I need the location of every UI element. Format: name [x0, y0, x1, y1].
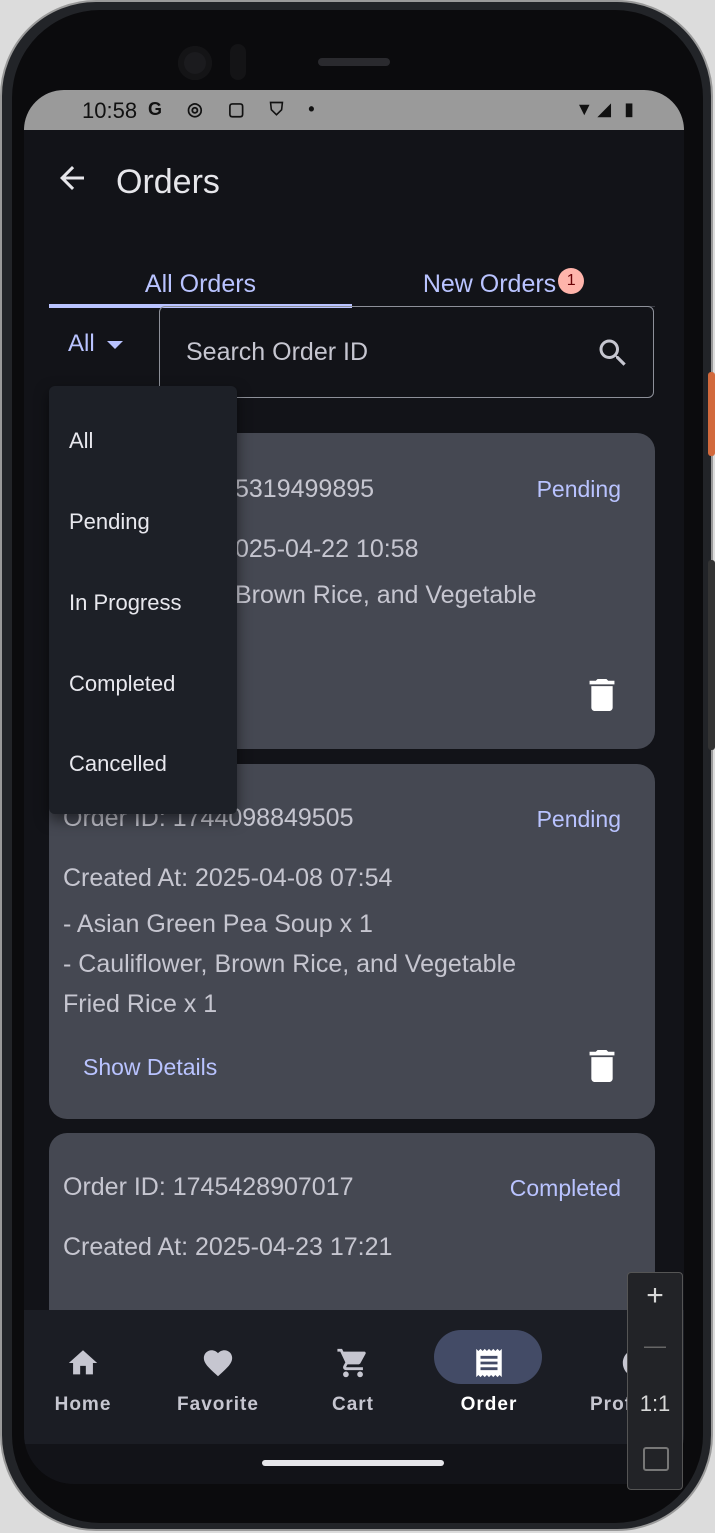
order-items: Brown Rice, and Vegetable — [235, 575, 537, 615]
filter-value: All — [68, 330, 95, 357]
show-details-button[interactable]: Show Details — [83, 1054, 217, 1081]
nav-favorite[interactable]: Favorite — [153, 1310, 283, 1444]
tab-label: All Orders — [144, 270, 257, 298]
order-item: Fried Rice x 1 — [63, 990, 218, 1018]
order-card[interactable]: Order ID: 1744098849505 Pending Created … — [49, 764, 655, 1119]
status-bar: 10:58 G ◎ ▢ ⛉ • ▼◢ ▮ — [24, 90, 684, 130]
menu-item-cancelled[interactable]: Cancelled — [69, 751, 167, 777]
status-badge: Completed — [509, 1175, 621, 1201]
new-orders-badge: 1 — [558, 268, 585, 294]
order-item: - Cauliflower, Brown Rice, and Vegetable — [63, 950, 517, 978]
front-camera — [178, 46, 212, 80]
nav-label: Cart — [331, 1394, 374, 1415]
heart-icon — [203, 1350, 233, 1377]
nav-cart[interactable]: Cart — [288, 1310, 418, 1444]
notification-icons: G ◎ ▢ ⛉ • — [148, 99, 325, 119]
chevron-down-icon — [106, 340, 123, 349]
status-time: 10:58 — [82, 98, 138, 123]
menu-item-completed[interactable]: Completed — [69, 671, 175, 697]
nav-label: Favorite — [177, 1394, 259, 1415]
fit-screen-icon[interactable] — [643, 1447, 669, 1471]
zoom-controls: + — 1:1 — [627, 1272, 683, 1490]
cart-icon — [337, 1348, 366, 1378]
order-item: - Asian Green Pea Soup x 1 — [63, 910, 373, 938]
menu-item-pending[interactable]: Pending — [69, 509, 150, 535]
order-created: Created At: 2025-04-08 07:54 — [63, 864, 393, 892]
zoom-reset-button[interactable]: 1:1 — [628, 1391, 682, 1417]
nav-home[interactable]: Home — [24, 1310, 148, 1444]
nav-label: Order — [460, 1394, 518, 1415]
search-box — [159, 306, 654, 398]
status-badge: Pending — [536, 806, 621, 832]
bottom-navigation: Home Favorite Cart Order Prof — [24, 1310, 684, 1444]
search-icon[interactable] — [595, 335, 631, 371]
search-input[interactable] — [184, 331, 568, 373]
nav-label: Home — [54, 1394, 112, 1415]
zoom-out-button[interactable]: — — [628, 1333, 682, 1359]
sensor — [230, 44, 246, 80]
status-filter-menu: All Pending In Progress Completed Cancel… — [49, 386, 237, 814]
tab-label: New Orders — [422, 270, 557, 298]
menu-item-all[interactable]: All — [69, 428, 93, 454]
gesture-bar[interactable] — [262, 1460, 444, 1466]
tab-all-orders[interactable]: All Orders — [49, 270, 352, 306]
status-filter-dropdown[interactable]: All — [68, 330, 123, 358]
order-item: Brown Rice, and Vegetable — [235, 581, 537, 609]
status-badge: Pending — [536, 476, 621, 502]
order-items: - Asian Green Pea Soup x 1 - Cauliflower… — [63, 904, 516, 1024]
power-button — [708, 372, 715, 456]
tab-new-orders[interactable]: New Orders 1 — [352, 268, 655, 306]
volume-button — [708, 560, 715, 750]
nav-order[interactable]: Order — [424, 1310, 554, 1444]
page-title: Orders — [116, 163, 220, 201]
orders-screen: Orders All Orders New Orders1 All 531949… — [24, 130, 684, 1484]
home-icon — [68, 1350, 98, 1375]
order-created: 025-04-22 10:58 — [235, 535, 419, 563]
screen: 10:58 G ◎ ▢ ⛉ • ▼◢ ▮ Orders All Orders N… — [24, 90, 684, 1484]
order-tabs: All Orders New Orders 1 — [49, 268, 655, 308]
order-card[interactable]: Order ID: 1745428907017 Completed Create… — [49, 1133, 655, 1313]
trash-icon[interactable] — [589, 1050, 615, 1082]
order-created: Created At: 2025-04-23 17:21 — [63, 1233, 393, 1261]
system-icons: ▼◢ ▮ — [575, 99, 638, 119]
order-id: Order ID: 1745428907017 — [63, 1173, 354, 1201]
earpiece-speaker — [318, 58, 390, 66]
order-id: 5319499895 — [235, 475, 375, 503]
receipt-icon — [476, 1348, 502, 1378]
arrow-left-icon[interactable] — [54, 160, 90, 196]
trash-icon[interactable] — [589, 679, 615, 711]
zoom-in-button[interactable]: + — [628, 1279, 682, 1313]
menu-item-in-progress[interactable]: In Progress — [69, 590, 182, 616]
